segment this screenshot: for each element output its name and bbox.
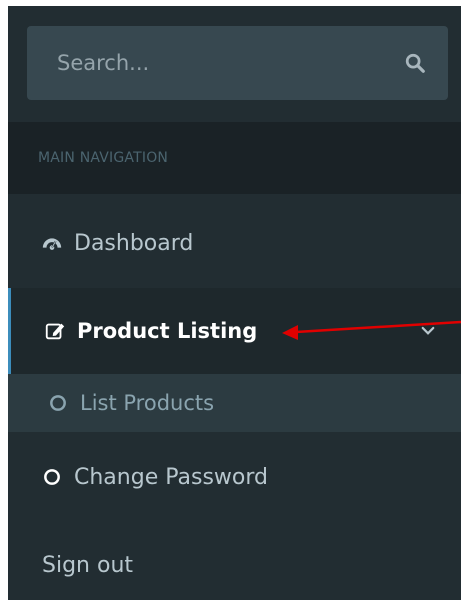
sidebar-item-sign-out[interactable]: Sign out — [8, 522, 461, 600]
sidebar-item-label: Dashboard — [74, 230, 194, 256]
sidebar-item-label: List Products — [80, 391, 215, 415]
sidebar: MAIN NAVIGATION Dashboard Product Listin… — [8, 6, 461, 600]
sidebar-item-change-password[interactable]: Change Password — [8, 432, 461, 522]
sidebar-search-form — [8, 6, 461, 122]
nav-header: MAIN NAVIGATION — [8, 122, 461, 194]
sidebar-item-label: Sign out — [42, 552, 134, 578]
dashboard-icon — [40, 231, 64, 255]
sidebar-item-product-listing[interactable]: Product Listing — [8, 288, 461, 374]
search-button[interactable] — [396, 44, 434, 82]
search-box — [27, 26, 448, 100]
chevron-down-icon[interactable] — [419, 322, 437, 340]
sidebar-item-label: Product Listing — [77, 319, 258, 343]
circle-icon — [40, 465, 64, 489]
edit-icon — [43, 319, 67, 343]
sidebar-item-list-products[interactable]: List Products — [8, 374, 461, 432]
search-icon — [405, 53, 425, 73]
circle-icon — [46, 391, 70, 415]
sidebar-item-dashboard[interactable]: Dashboard — [8, 198, 461, 288]
search-input[interactable] — [27, 26, 357, 100]
sidebar-item-label: Change Password — [74, 464, 268, 490]
